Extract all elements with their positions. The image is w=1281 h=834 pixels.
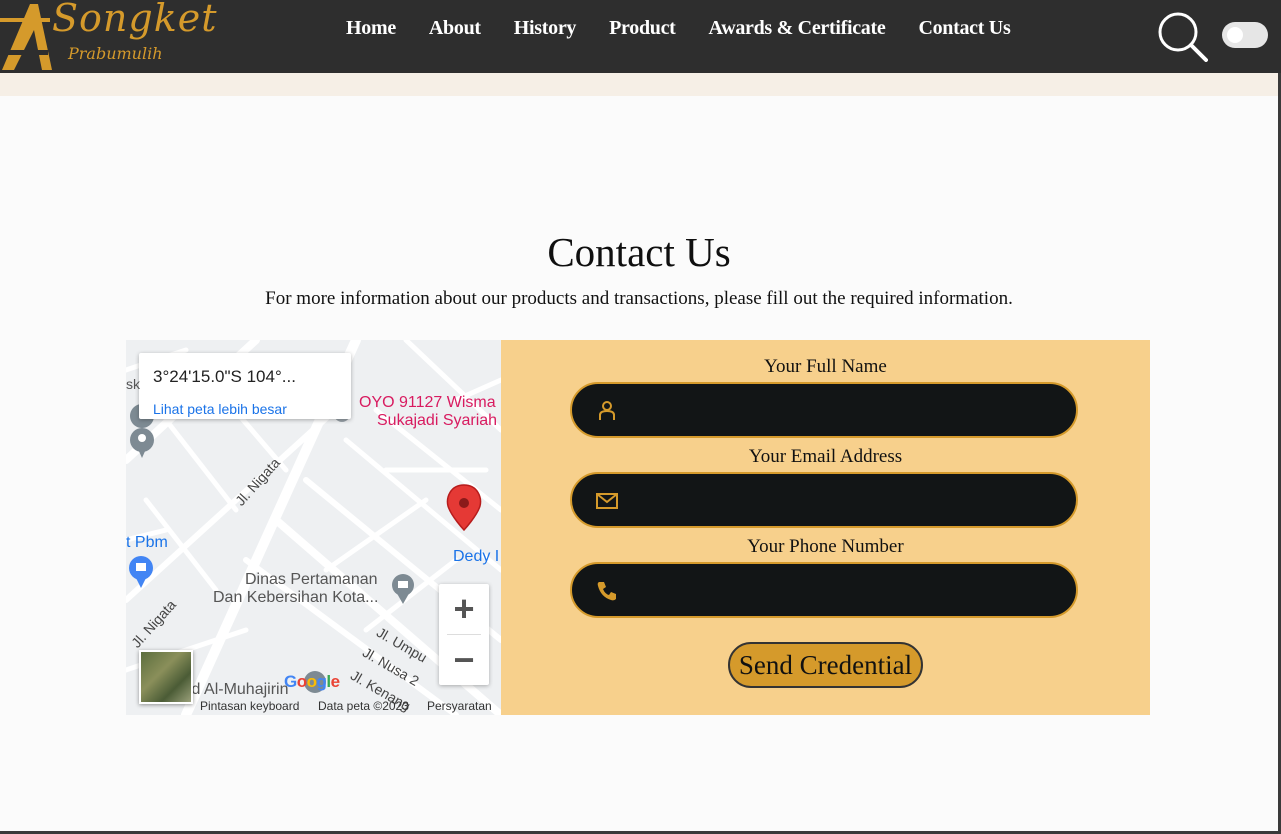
map-label-dinas: Dinas Pertamanan: [245, 571, 378, 588]
map-label-oyo: OYO 91127 Wisma: [359, 394, 496, 411]
logo-mark-icon: [0, 4, 52, 70]
nav-product[interactable]: Product: [609, 17, 676, 40]
send-credential-button[interactable]: Send Credential: [728, 642, 923, 688]
full-name-label: Your Full Name: [764, 356, 887, 377]
main-nav: Home About History Product Awards & Cert…: [346, 0, 1043, 56]
top-navbar: Songket Prabumulih Home About History Pr…: [0, 0, 1281, 73]
brand-subtitle: Prabumulih: [68, 44, 163, 63]
nav-home[interactable]: Home: [346, 17, 396, 40]
map-label-sukajadi: Sukajadi Syariah: [377, 412, 498, 429]
brand-logo[interactable]: Songket Prabumulih: [0, 0, 217, 73]
contact-form: Your Full Name Your Email Address Your P…: [501, 340, 1150, 715]
map-label-sk: sk: [126, 376, 140, 392]
search-icon[interactable]: [1156, 10, 1208, 62]
map-footer: Pintasan keyboard Data peta ©2023 Persya…: [126, 697, 501, 715]
brand-name: Songket: [52, 0, 218, 40]
toggle-knob: [1227, 27, 1243, 43]
zoom-out-button[interactable]: −: [439, 635, 489, 685]
view-larger-map-link[interactable]: Lihat peta lebih besar: [153, 401, 287, 417]
map-data-credit: Data peta ©2023: [318, 699, 409, 713]
phone-field[interactable]: [570, 562, 1078, 618]
page-subtitle: For more information about our products …: [265, 288, 1013, 309]
map-coordinates: 3°24'15.0"S 104°...: [153, 367, 296, 386]
map-label-dedy: Dedy I: [453, 548, 500, 565]
full-name-field[interactable]: [570, 382, 1078, 438]
header-spacer: [0, 73, 1278, 96]
email-input[interactable]: [634, 484, 1058, 518]
satellite-toggle-button[interactable]: [139, 650, 193, 704]
map-zoom-controls: + −: [439, 584, 489, 685]
map-label-dinas-2: Dan Kebersihan Kota...: [213, 589, 379, 606]
phone-icon: [597, 582, 616, 601]
theme-toggle[interactable]: [1222, 22, 1268, 48]
keyboard-shortcuts-link[interactable]: Pintasan keyboard: [200, 699, 299, 713]
terms-link[interactable]: Persyaratan: [427, 699, 492, 713]
zoom-in-button[interactable]: +: [439, 584, 489, 634]
email-label: Your Email Address: [748, 446, 903, 467]
map-info-card: 3°24'15.0"S 104°... Lihat peta lebih bes…: [139, 353, 351, 419]
nav-about[interactable]: About: [429, 17, 481, 40]
phone-label: Your Phone Number: [747, 536, 904, 557]
person-icon: [599, 401, 615, 420]
nav-history[interactable]: History: [514, 17, 577, 40]
google-logo: Google: [284, 672, 340, 691]
nav-contact[interactable]: Contact Us: [918, 17, 1010, 40]
email-field[interactable]: [570, 472, 1078, 528]
envelope-icon: [596, 493, 618, 509]
map-label-pbm: t Pbm: [126, 534, 168, 551]
embedded-map[interactable]: 3°24'15.0"S 104°... Lihat peta lebih bes…: [126, 340, 501, 715]
full-name-input[interactable]: [634, 394, 1058, 428]
page-title: Contact Us: [547, 229, 731, 275]
nav-awards[interactable]: Awards & Certificate: [709, 17, 886, 40]
phone-input[interactable]: [634, 574, 1058, 608]
